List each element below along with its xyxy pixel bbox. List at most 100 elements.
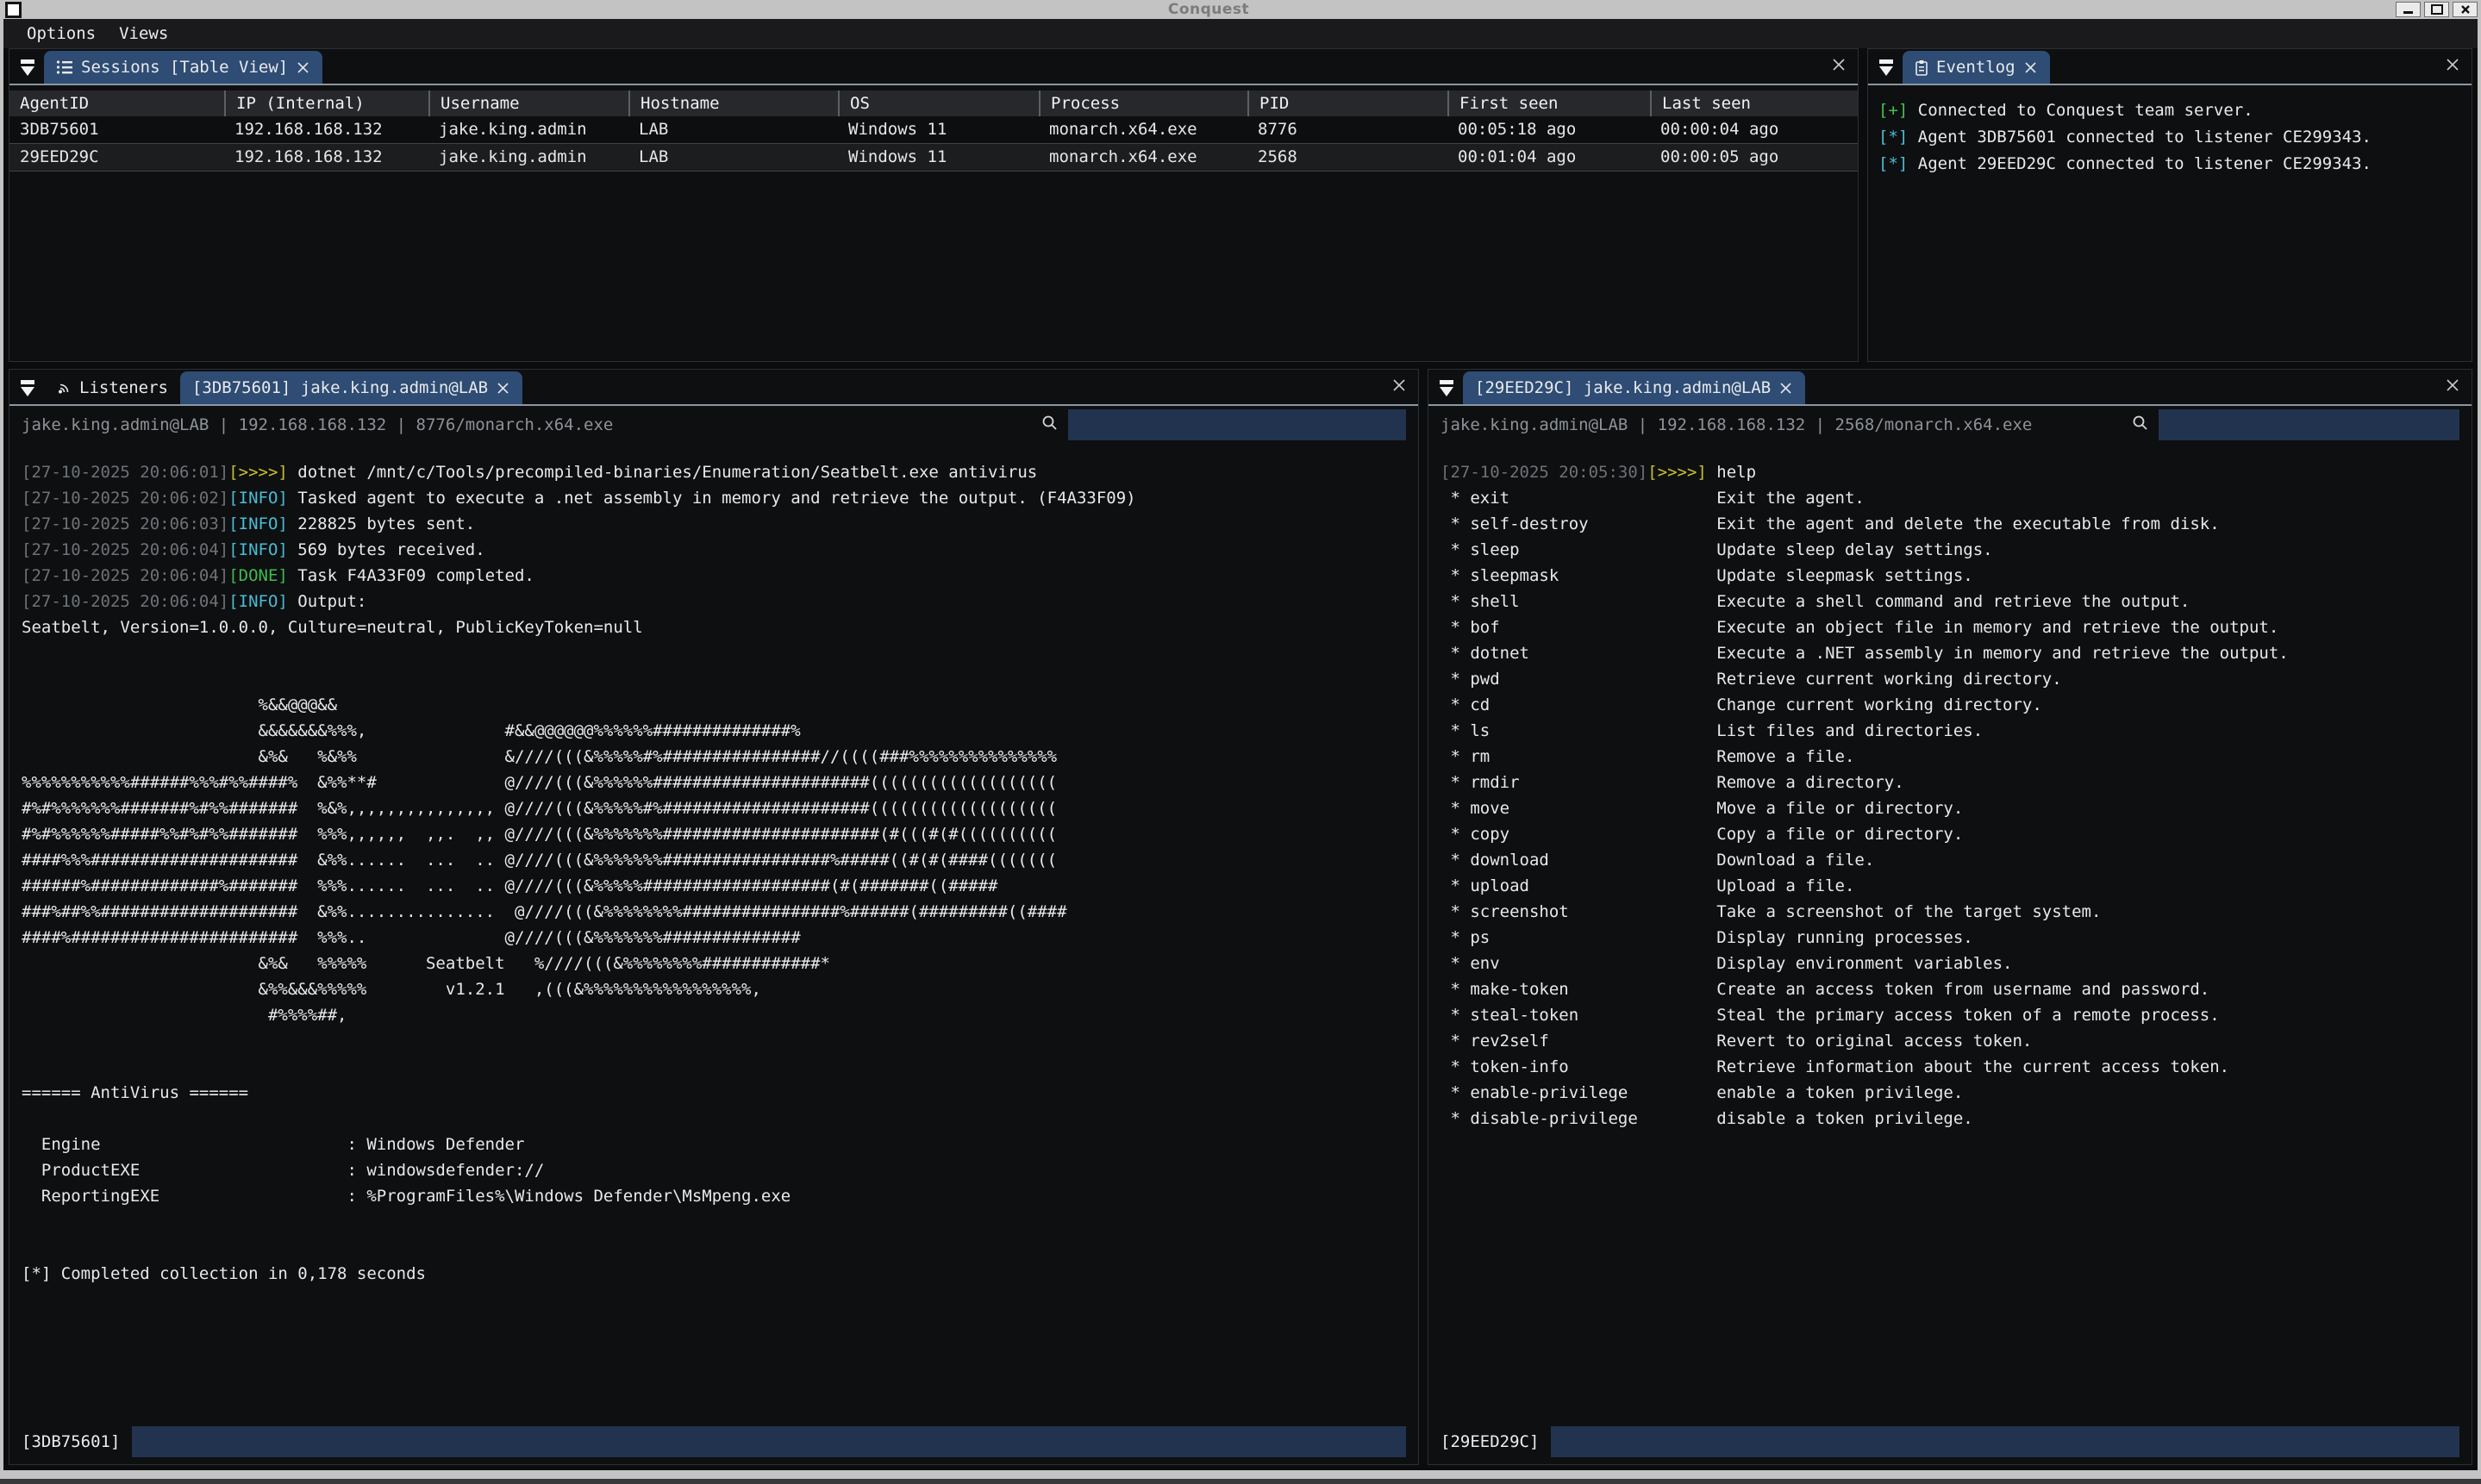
search-input[interactable] — [2159, 409, 2459, 440]
help-line: * rm Remove a file. — [1440, 744, 2466, 770]
tab-sessions-table-view[interactable]: Sessions [Table View] — [44, 51, 322, 84]
agent-status-text: jake.king.admin@LAB | 192.168.168.132 | … — [1440, 415, 2032, 434]
pane-close-icon[interactable] — [2444, 377, 2461, 394]
console-line: Engine : Windows Defender — [22, 1132, 1413, 1157]
tab-eventlog[interactable]: Eventlog — [1903, 51, 2050, 84]
tab-label: [29EED29C] jake.king.admin@LAB — [1475, 378, 1771, 397]
sessions-pane: Sessions [Table View] AgentIDIP (Interna… — [9, 48, 1859, 362]
minimize-icon — [2403, 11, 2413, 14]
clipboard-icon — [1915, 59, 1928, 76]
maximize-button[interactable] — [2424, 2, 2449, 17]
help-line: * cd Change current working directory. — [1440, 692, 2466, 718]
console-line: ######%#############%####### %%%...... .… — [22, 873, 1413, 899]
eventlog-list: [+] Connected to Conquest team server.[*… — [1868, 85, 2472, 178]
collapse-panel-icon[interactable] — [20, 380, 35, 397]
command-input[interactable] — [132, 1426, 1406, 1457]
pane-close-icon[interactable] — [1830, 56, 1847, 73]
console-line: [*] Completed collection in 0,178 second… — [22, 1261, 1413, 1287]
console-line: &%& %&%% &////(((&%%%%%#%###############… — [22, 744, 1413, 770]
console-output[interactable]: [27-10-2025 20:05:30][>>>>] help * exit … — [1440, 459, 2466, 1402]
console-line — [22, 666, 1413, 692]
help-line: * bof Execute an object file in memory a… — [1440, 614, 2466, 640]
help-line: * shell Execute a shell command and retr… — [1440, 589, 2466, 614]
window-icon — [5, 2, 22, 18]
agent-console-pane-29EED29C: [29EED29C] jake.king.admin@LAB jake.king… — [1428, 369, 2472, 1465]
column-header[interactable]: IP (Internal) — [224, 90, 428, 116]
session-cell: 00:00:04 ago — [1650, 116, 1858, 143]
session-cell: 00:01:04 ago — [1447, 144, 1650, 171]
tab-close-icon[interactable] — [296, 60, 310, 75]
column-header[interactable]: First seen — [1447, 90, 1650, 116]
column-header[interactable]: Username — [428, 90, 628, 116]
window-bottom-edge — [0, 1479, 2481, 1484]
agent-prompt: [3DB75601] — [22, 1432, 120, 1451]
menu-options[interactable]: Options — [27, 24, 96, 43]
help-line: * token-info Retrieve information about … — [1440, 1054, 2466, 1080]
collapse-panel-icon[interactable] — [1439, 380, 1454, 397]
agent-console-pane-3DB75601: Listeners [3DB75601] jake.king.admin@LAB… — [9, 369, 1419, 1465]
session-row[interactable]: 29EED29C192.168.168.132jake.king.adminLA… — [9, 144, 1858, 171]
tab-listeners[interactable]: Listeners — [44, 371, 180, 404]
search-input[interactable] — [1068, 409, 1406, 440]
console-line — [22, 1235, 1413, 1261]
minimize-button[interactable] — [2396, 2, 2421, 17]
command-input[interactable] — [1551, 1426, 2459, 1457]
help-line: * move Move a file or directory. — [1440, 795, 2466, 821]
console-line: ReportingEXE : %ProgramFiles%\Windows De… — [22, 1183, 1413, 1209]
collapse-panel-icon[interactable] — [1878, 59, 1894, 77]
help-line: * disable-privilege disable a token priv… — [1440, 1106, 2466, 1132]
console-line: ProductEXE : windowsdefender:// — [22, 1157, 1413, 1183]
tab-label: Eventlog — [1936, 58, 2015, 77]
tab-close-icon[interactable] — [1778, 381, 1793, 396]
agent-status-row: jake.king.admin@LAB | 192.168.168.132 | … — [9, 406, 1418, 444]
sessions-table-body: 3DB75601192.168.168.132jake.king.adminLA… — [9, 116, 1858, 171]
session-cell: 00:00:05 ago — [1650, 144, 1858, 171]
console-line: [27-10-2025 20:06:01][>>>>] dotnet /mnt/… — [22, 459, 1413, 485]
console-line: [27-10-2025 20:06:03][INFO] 228825 bytes… — [22, 511, 1413, 537]
help-line: * screenshot Take a screenshot of the ta… — [1440, 899, 2466, 925]
session-row[interactable]: 3DB75601192.168.168.132jake.king.adminLA… — [9, 116, 1858, 144]
close-icon — [2460, 4, 2471, 15]
session-cell: 2568 — [1247, 144, 1447, 171]
command-input-row: [3DB75601] — [22, 1426, 1406, 1457]
tab-close-icon[interactable] — [496, 381, 510, 396]
console-line: &&&&&&&%%%, #&&@@@@@@%%%%%%#############… — [22, 718, 1413, 744]
console-line: #%%%%##, — [22, 1002, 1413, 1028]
menu-views[interactable]: Views — [119, 24, 168, 43]
console-line — [22, 1028, 1413, 1054]
column-header[interactable]: Process — [1039, 90, 1247, 116]
session-cell: jake.king.admin — [428, 116, 628, 143]
eventlog-pane: Eventlog [+] Connected to Conquest team … — [1867, 48, 2472, 362]
pane-close-icon[interactable] — [1390, 377, 1408, 394]
column-header[interactable]: PID — [1247, 90, 1447, 116]
help-line: * make-token Create an access token from… — [1440, 976, 2466, 1002]
console-line: %%%%%%%%%%%######%%%#%%####% &%%**# @///… — [22, 770, 1413, 795]
tab-close-icon[interactable] — [2023, 60, 2038, 75]
console-line: #%#%%%%%%%#######%#%%####### %&%,,,,,,,,… — [22, 795, 1413, 821]
help-line: * env Display environment variables. — [1440, 951, 2466, 976]
help-line: * dotnet Execute a .NET assembly in memo… — [1440, 640, 2466, 666]
app-window: Conquest Options Views Sessions [Table — [0, 0, 2481, 1484]
session-cell: LAB — [628, 116, 838, 143]
eventlog-line: [*] Agent 29EED29C connected to listener… — [1878, 151, 2472, 178]
collapse-panel-icon[interactable] — [20, 59, 35, 77]
column-header[interactable]: Last seen — [1650, 90, 1858, 116]
column-header[interactable]: AgentID — [9, 90, 224, 116]
maximize-icon — [2431, 4, 2443, 15]
tab-agent-3DB75601[interactable]: [3DB75601] jake.king.admin@LAB — [180, 371, 522, 404]
console-output[interactable]: [27-10-2025 20:06:01][>>>>] dotnet /mnt/… — [22, 459, 1413, 1402]
column-header[interactable]: OS — [838, 90, 1039, 116]
help-line: * copy Copy a file or directory. — [1440, 821, 2466, 847]
broadcast-icon — [56, 380, 72, 396]
tab-label: Sessions [Table View] — [81, 58, 288, 77]
close-button[interactable] — [2453, 2, 2478, 17]
console-line — [22, 1209, 1413, 1235]
tab-agent-29EED29C[interactable]: [29EED29C] jake.king.admin@LAB — [1463, 371, 1805, 404]
session-cell: 3DB75601 — [9, 116, 224, 143]
session-cell: monarch.x64.exe — [1039, 116, 1247, 143]
pane-close-icon[interactable] — [2444, 56, 2461, 73]
console-line — [22, 1106, 1413, 1132]
session-cell: Windows 11 — [838, 144, 1039, 171]
console-line — [22, 640, 1413, 666]
column-header[interactable]: Hostname — [628, 90, 838, 116]
